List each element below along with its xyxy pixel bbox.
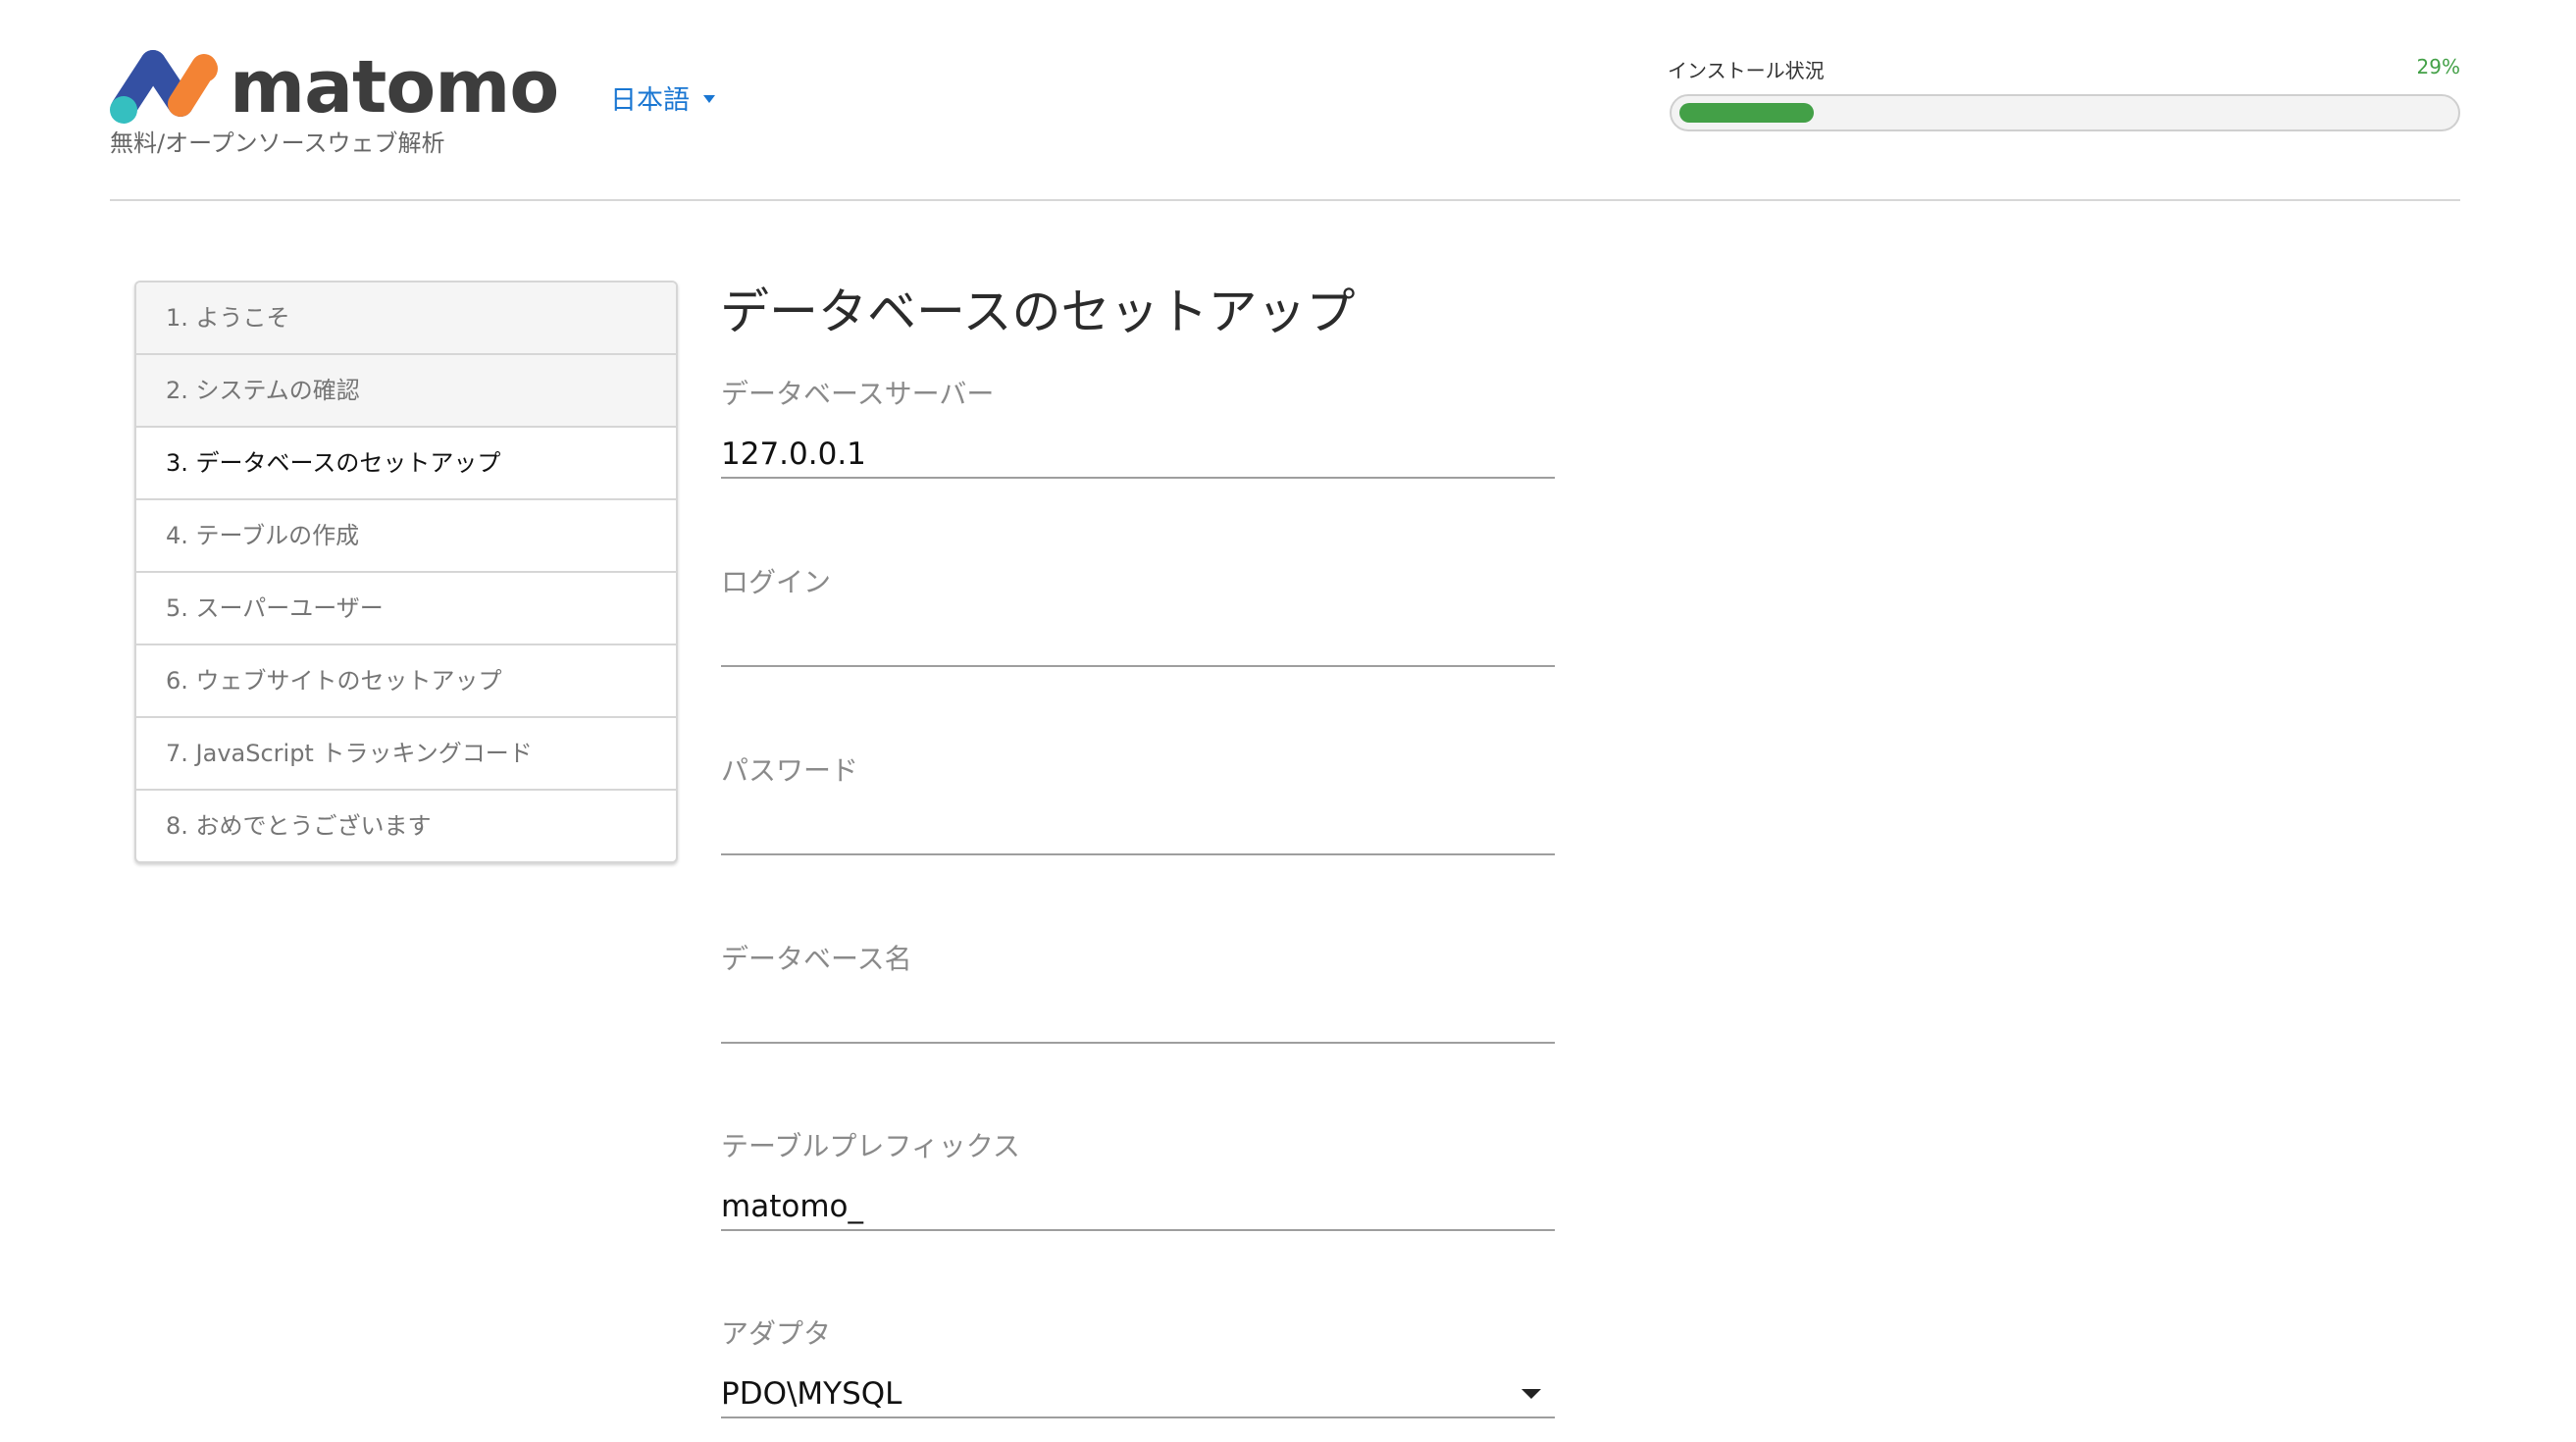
caret-down-icon [703, 94, 715, 103]
language-selector[interactable]: 日本語 [610, 78, 715, 117]
matomo-logo: matomo [110, 45, 559, 129]
step-item: 8. おめでとうございます [136, 789, 676, 861]
install-progress-label: インストール状況 [1668, 59, 1825, 82]
adapter-label: アダプタ [721, 1317, 832, 1350]
adapter-field: アダプタ PDO\MYSQL [721, 1313, 1555, 1418]
matomo-logo-mark [110, 50, 218, 124]
install-progress-percent: 29% [2416, 55, 2460, 78]
password-field: パスワード [721, 749, 1555, 855]
logo-wordmark: matomo [230, 45, 559, 129]
db-name-input[interactable] [721, 997, 1555, 1044]
step-item: 5. スーパーユーザー [136, 571, 676, 644]
db-server-label: データベースサーバー [721, 378, 995, 410]
header-divider [110, 199, 2460, 201]
step-item: 2. システムの確認 [136, 353, 676, 426]
language-label: 日本語 [610, 85, 690, 116]
install-progress-bar [1670, 94, 2460, 131]
step-item: 3. データベースのセットアップ [136, 426, 676, 498]
step-item: 1. ようこそ [136, 283, 676, 353]
tagline: 無料/オープンソースウェブ解析 [110, 129, 445, 157]
page-title: データベースのセットアップ [720, 283, 1356, 340]
table-prefix-field: テーブルプレフィックス [721, 1125, 1555, 1231]
adapter-select[interactable]: PDO\MYSQL [721, 1371, 1555, 1418]
login-field: ログイン [721, 561, 1555, 667]
password-label: パスワード [721, 754, 859, 787]
db-server-field: データベースサーバー [721, 373, 1555, 479]
db-name-field: データベース名 [721, 938, 1555, 1044]
install-steps-list: 1. ようこそ 2. システムの確認 3. データベースのセットアップ 4. テ… [134, 281, 678, 863]
db-server-input[interactable] [721, 432, 1555, 479]
login-input[interactable] [721, 620, 1555, 667]
step-item: 7. JavaScript トラッキングコード [136, 716, 676, 789]
db-name-label: データベース名 [721, 943, 912, 975]
step-item: 6. ウェブサイトのセットアップ [136, 644, 676, 716]
install-progress-fill [1679, 103, 1814, 123]
caret-down-icon [1521, 1389, 1541, 1399]
password-input[interactable] [721, 808, 1555, 855]
table-prefix-input[interactable] [721, 1184, 1555, 1231]
login-label: ログイン [721, 566, 832, 598]
table-prefix-label: テーブルプレフィックス [721, 1130, 1020, 1162]
step-item: 4. テーブルの作成 [136, 498, 676, 571]
adapter-selected-value: PDO\MYSQL [721, 1376, 902, 1412]
